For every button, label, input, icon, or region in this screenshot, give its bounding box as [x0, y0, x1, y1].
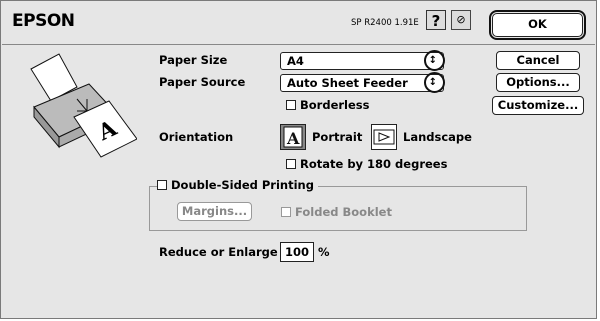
rotate-checkbox[interactable]: Rotate by 180 degrees: [286, 157, 447, 171]
double-sided-label: Double-Sided Printing: [171, 178, 314, 192]
paper-source-select[interactable]: Auto Sheet Feeder ↕: [280, 74, 444, 92]
paper-size-select[interactable]: A4 ↕: [280, 52, 444, 70]
customize-button[interactable]: Customize...: [492, 96, 584, 115]
printer-icon: A: [30, 53, 137, 158]
cancel-button[interactable]: Cancel: [496, 51, 580, 70]
paper-source-label: Paper Source: [159, 75, 246, 89]
header-divider: [2, 44, 595, 45]
reduce-enlarge-input[interactable]: 100: [280, 242, 314, 262]
portrait-icon[interactable]: A: [280, 124, 306, 150]
checkbox-icon: [286, 100, 296, 110]
paper-size-arrow-highlight: [424, 50, 445, 71]
landscape-label[interactable]: Landscape: [403, 130, 472, 144]
paper-source-value: Auto Sheet Feeder: [287, 76, 408, 90]
borderless-checkbox[interactable]: Borderless: [286, 98, 369, 112]
version-label: SP R2400 1.91E: [351, 18, 419, 28]
reduce-enlarge-label: Reduce or Enlarge: [159, 245, 278, 259]
checkbox-icon: [157, 180, 167, 190]
epson-logo: EPSON: [12, 11, 75, 31]
folded-booklet-label: Folded Booklet: [295, 205, 392, 219]
print-dialog: EPSON SP R2400 1.91E ? ⊘ A OK Cancel Opt…: [0, 0, 597, 319]
landscape-icon[interactable]: [371, 124, 397, 150]
margins-button[interactable]: Margins...: [177, 202, 252, 221]
portrait-label[interactable]: Portrait: [312, 130, 362, 144]
tool-icon[interactable]: ⊘: [451, 10, 471, 30]
svg-text:A: A: [286, 129, 300, 148]
percent-label: %: [318, 245, 330, 259]
options-button[interactable]: Options...: [496, 73, 580, 92]
paper-source-arrow-highlight: [424, 72, 445, 93]
double-sided-checkbox[interactable]: Double-Sided Printing: [157, 178, 318, 192]
checkbox-icon: [281, 207, 291, 217]
rotate-label: Rotate by 180 degrees: [300, 157, 448, 171]
help-icon[interactable]: ?: [426, 10, 446, 30]
folded-booklet-checkbox[interactable]: Folded Booklet: [281, 205, 392, 219]
paper-size-label: Paper Size: [159, 53, 228, 67]
ok-button[interactable]: OK: [489, 10, 586, 40]
orientation-label: Orientation: [159, 130, 234, 144]
paper-size-value: A4: [287, 54, 304, 68]
borderless-label: Borderless: [300, 98, 370, 112]
checkbox-icon: [286, 159, 296, 169]
